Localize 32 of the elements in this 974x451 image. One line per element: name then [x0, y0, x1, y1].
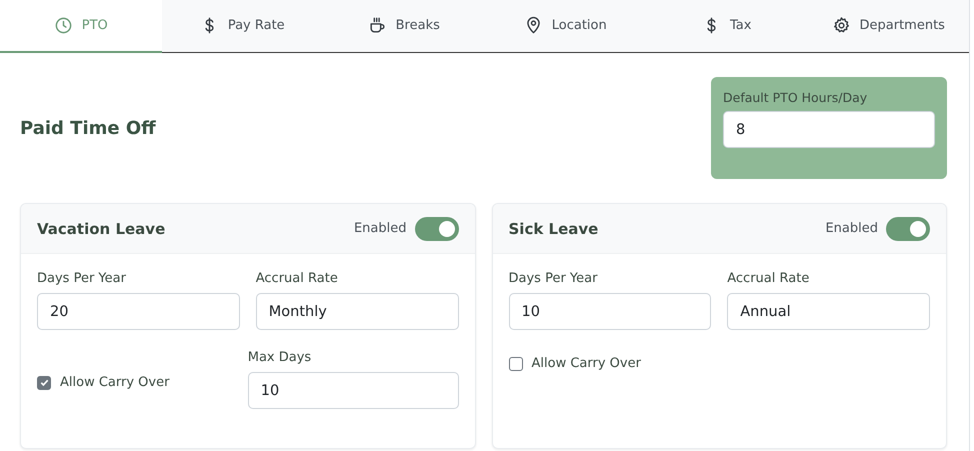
tab[interactable]: Pay Rate: [162, 0, 323, 53]
cup-icon: [368, 16, 387, 35]
accrual-input[interactable]: Monthly: [256, 293, 458, 330]
accrual-input[interactable]: Annual: [727, 293, 930, 330]
checkbox[interactable]: [508, 356, 522, 370]
checkbox-label: Allow Carry Over: [532, 356, 641, 371]
toggle-label: Enabled: [354, 221, 406, 236]
tab[interactable]: Location: [484, 0, 646, 53]
field-label: Accrual Rate: [727, 271, 810, 286]
toggle-switch[interactable]: [414, 216, 458, 240]
checkmark-icon: [38, 377, 50, 388]
toggle-label: Enabled: [825, 221, 878, 236]
tab[interactable]: Tax: [646, 0, 808, 53]
tab[interactable]: Breaks: [323, 0, 484, 53]
tab[interactable]: Departments: [808, 0, 969, 53]
days-input[interactable]: 10: [508, 293, 712, 330]
hours-input[interactable]: 8: [723, 111, 935, 148]
field-label: Max Days: [248, 350, 312, 365]
card-title: Sick Leave: [508, 220, 598, 238]
field-label: Default PTO Hours/Day: [723, 90, 868, 105]
clock-icon: [54, 16, 73, 35]
checkbox[interactable]: [37, 376, 51, 390]
checkbox-label: Allow Carry Over: [60, 375, 170, 390]
max-days-input[interactable]: 10: [248, 372, 458, 409]
field-label: Days Per Year: [37, 271, 127, 286]
section-title: Paid Time Off: [20, 118, 156, 138]
card-title: Vacation Leave: [37, 220, 166, 238]
field-label: Days Per Year: [508, 271, 598, 286]
field-label: Accrual Rate: [256, 271, 339, 286]
days-input[interactable]: 20: [37, 293, 240, 330]
toggle-switch[interactable]: [886, 216, 930, 240]
settings-icon: [832, 16, 851, 35]
